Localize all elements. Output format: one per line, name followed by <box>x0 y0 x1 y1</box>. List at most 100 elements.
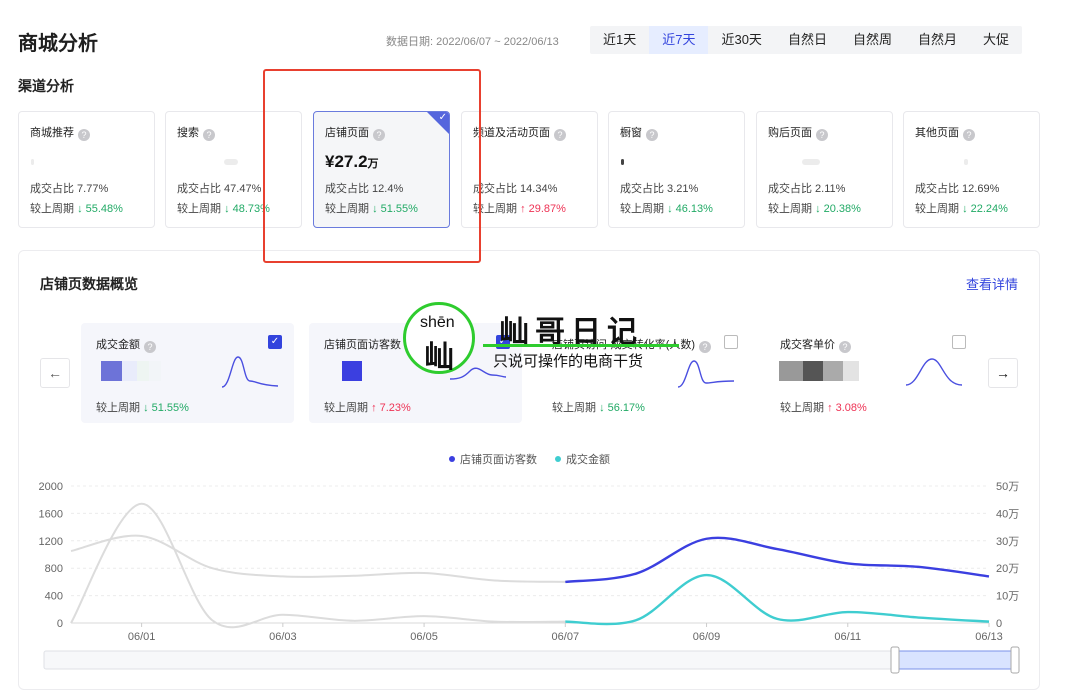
metric-checkbox[interactable]: ✓ <box>268 335 282 349</box>
help-icon[interactable]: ? <box>646 129 658 141</box>
metric-sparkline <box>905 358 963 386</box>
view-details-link[interactable]: 查看详情 <box>966 274 1018 293</box>
metric-name: 店铺页面访客数 <box>324 339 401 351</box>
arrow-right-icon[interactable]: → <box>988 358 1018 388</box>
card-share: 成交占比 12.69% <box>915 183 1000 195</box>
period-label: 较上周期 <box>177 203 221 215</box>
legend-item-amount[interactable]: 成交金额 <box>555 451 610 467</box>
chart-legend: 店铺页面访客数 成交金额 <box>449 451 610 467</box>
help-icon[interactable]: ? <box>963 129 975 141</box>
redacted-amount <box>964 159 968 165</box>
y-right-tick: 10万 <box>996 591 1019 603</box>
channel-card-after-purchase[interactable]: 购后页面? 成交占比 2.11% 较上周期 ↓ 20.38% <box>756 111 893 228</box>
tab-natural-month[interactable]: 自然月 <box>905 26 970 54</box>
series-line-visitors <box>565 536 990 584</box>
y-left-tick: 1200 <box>39 536 63 548</box>
tab-promotion[interactable]: 大促 <box>970 26 1022 54</box>
series-line-previous <box>70 534 566 583</box>
period-change: ↓ 55.48% <box>77 203 123 215</box>
redacted-value <box>101 361 161 381</box>
y-right-tick: 40万 <box>996 508 1019 520</box>
y-right-tick: 0 <box>996 618 1002 630</box>
period-change: ↓ 56.17% <box>599 402 645 414</box>
legend-dot <box>555 456 561 462</box>
card-share: 成交占比 12.4% <box>325 183 404 195</box>
tab-7-days[interactable]: 近7天 <box>649 26 709 54</box>
range-slider-right-handle <box>1010 646 1020 674</box>
metric-checkbox[interactable]: ✓ <box>496 335 510 349</box>
channel-card-showcase[interactable]: 橱窗? 成交占比 3.21% 较上周期 ↓ 46.13% <box>608 111 745 228</box>
help-icon[interactable]: ? <box>78 129 90 141</box>
date-range-tabs: 近1天 近7天 近30天 自然日 自然周 自然月 大促 <box>590 26 1022 54</box>
period-change: ↓ 51.55% <box>143 402 189 414</box>
channel-card-store-page[interactable]: ✓ 店铺页面? ¥27.2万 成交占比 12.4% 较上周期 ↓ 51.55% <box>313 111 450 228</box>
metric-sparkline <box>449 367 507 380</box>
metric-checkbox[interactable] <box>952 335 966 349</box>
metric-card-conversion-rate[interactable]: 店铺页访问-成交转化率(人数)? 较上周期 ↓ 56.17% <box>537 323 750 423</box>
card-name: 橱窗 <box>620 127 642 139</box>
channel-card-channel-activity[interactable]: 频道及活动页面? 成交占比 14.34% 较上周期 ↑ 29.87% <box>461 111 598 228</box>
page-title: 商城分析 <box>18 33 98 55</box>
metric-card-store-visitors[interactable]: 店铺页面访客数? ✓ 较上周期 ↑ 7.23% <box>309 323 522 423</box>
period-change: ↓ 22.24% <box>962 203 1008 215</box>
channel-card-other-pages[interactable]: 其他页面? 成交占比 12.69% 较上周期 ↓ 22.24% <box>903 111 1040 228</box>
period-change: ↑ 29.87% <box>520 203 566 215</box>
period-change: ↓ 46.13% <box>667 203 713 215</box>
metric-card-avg-order-value[interactable]: 成交客单价? 较上周期 ↑ 3.08% <box>765 323 978 423</box>
page-header: 商城分析 数据日期: 2022/06/07 ~ 2022/06/13 近1天 近… <box>0 0 1084 70</box>
card-name: 商城推荐 <box>30 127 74 139</box>
y-right-tick: 50万 <box>996 481 1019 493</box>
card-share: 成交占比 47.47% <box>177 183 262 195</box>
card-share: 成交占比 2.11% <box>768 183 846 195</box>
x-tick-label: 06/01 <box>128 631 156 643</box>
y-left-tick: 2000 <box>39 481 63 493</box>
series-line-amount <box>565 573 990 626</box>
channel-section-title: 渠道分析 <box>18 78 74 94</box>
period-label: 较上周期 <box>325 203 369 215</box>
tab-1-day[interactable]: 近1天 <box>590 26 649 54</box>
tab-30-days[interactable]: 近30天 <box>708 26 774 54</box>
period-label: 较上周期 <box>768 203 812 215</box>
channel-card-search[interactable]: 搜索? 成交占比 47.47% 较上周期 ↓ 48.73% <box>165 111 302 228</box>
check-icon: ✓ <box>438 112 447 123</box>
store-page-overview: 店铺页数据概览 查看详情 ← → 成交金额? ✓ 较上周期 ↓ 51.55% 店… <box>18 250 1040 690</box>
period-label: 较上周期 <box>473 203 517 215</box>
trend-chart: 0 400 800 1200 1600 2000 0 10万 20万 30万 40万 50万 06/01… <box>39 481 1020 674</box>
help-icon[interactable]: ? <box>203 129 215 141</box>
legend-label: 成交金额 <box>566 454 610 466</box>
help-icon[interactable]: ? <box>699 341 711 353</box>
card-name: 频道及活动页面 <box>473 127 550 139</box>
period-change: ↓ 20.38% <box>815 203 861 215</box>
help-icon[interactable]: ? <box>373 129 385 141</box>
period-change: ↑ 3.08% <box>827 402 867 414</box>
help-icon[interactable]: ? <box>839 341 851 353</box>
y-right-tick: 20万 <box>996 563 1019 575</box>
channel-card-mall-recommend[interactable]: 商城推荐? 成交占比 7.77% 较上周期 ↓ 55.48% <box>18 111 155 228</box>
period-label: 较上周期 <box>552 402 596 414</box>
card-share: 成交占比 14.34% <box>473 183 558 195</box>
help-icon[interactable]: ? <box>144 341 156 353</box>
redacted-amount <box>224 159 238 165</box>
metric-checkbox[interactable] <box>724 335 738 349</box>
legend-label: 店铺页面访客数 <box>460 454 537 466</box>
tab-natural-week[interactable]: 自然周 <box>840 26 905 54</box>
metric-card-deal-amount[interactable]: 成交金额? ✓ 较上周期 ↓ 51.55% <box>81 323 294 423</box>
range-slider-track <box>43 650 1020 670</box>
tab-natural-day[interactable]: 自然日 <box>775 26 840 54</box>
legend-item-visitors[interactable]: 店铺页面访客数 <box>449 451 537 467</box>
period-label: 较上周期 <box>30 203 74 215</box>
card-name: 店铺页面 <box>325 127 369 139</box>
x-tick-label: 06/05 <box>410 631 438 643</box>
card-amount: ¥27.2 <box>325 152 368 171</box>
x-tick-label: 06/13 <box>975 631 1003 643</box>
card-share: 成交占比 7.77% <box>30 183 109 195</box>
help-icon[interactable]: ? <box>816 129 828 141</box>
card-name: 其他页面 <box>915 127 959 139</box>
metric-name: 成交客单价 <box>780 339 835 351</box>
help-icon[interactable]: ? <box>554 129 566 141</box>
arrow-left-icon[interactable]: ← <box>40 358 70 388</box>
period-change: ↓ 48.73% <box>224 203 270 215</box>
range-slider-window <box>895 650 1017 670</box>
redacted-value <box>342 361 362 381</box>
help-icon[interactable]: ? <box>405 341 417 353</box>
